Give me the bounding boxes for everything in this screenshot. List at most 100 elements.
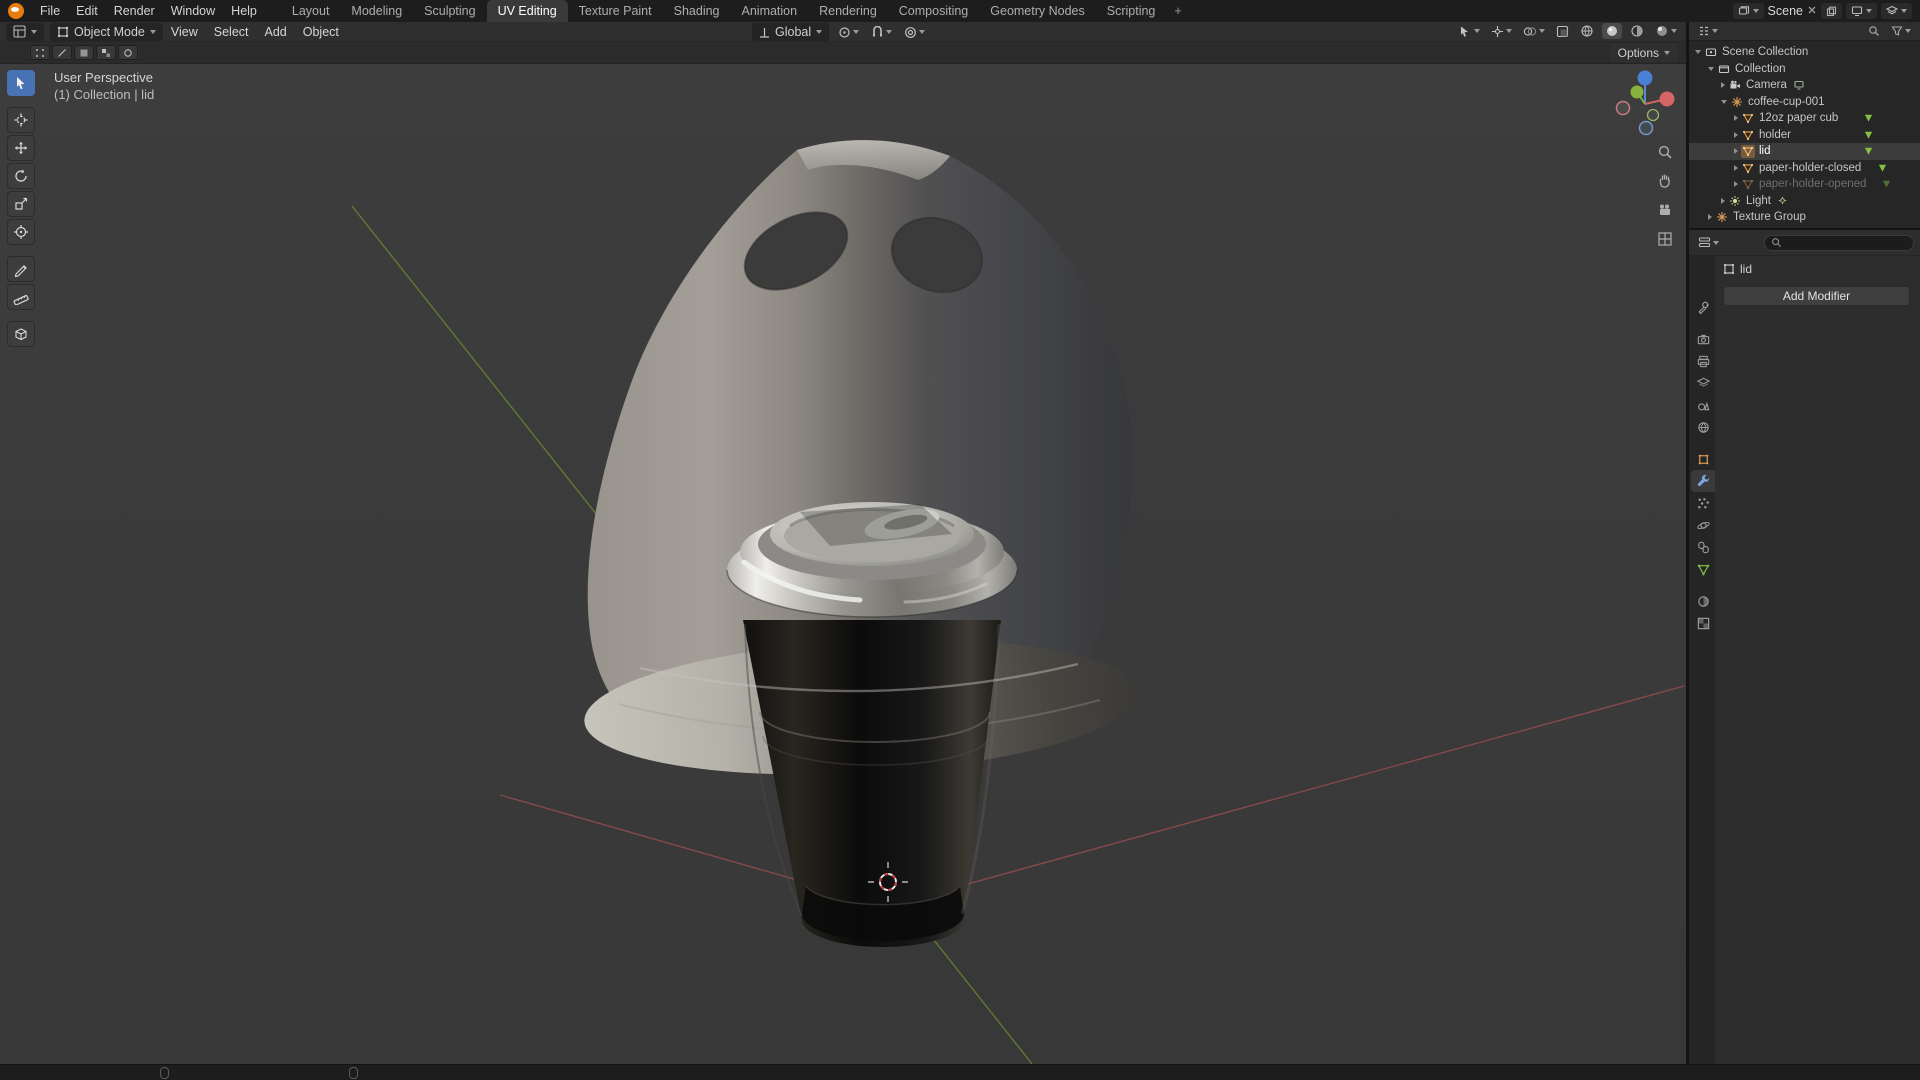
menu-window[interactable]: Window: [163, 0, 223, 22]
tool-annotate[interactable]: [7, 256, 35, 282]
axis-negative-y[interactable]: [1646, 108, 1660, 122]
scene-browse-button[interactable]: [1732, 3, 1764, 19]
expand-icon[interactable]: [1734, 148, 1738, 155]
tool-cursor[interactable]: [7, 107, 35, 133]
shading-material-button[interactable]: [1627, 23, 1647, 39]
menu-view[interactable]: View: [163, 25, 206, 39]
properties-search-input[interactable]: [1786, 236, 1896, 249]
expand-icon[interactable]: [1734, 131, 1738, 138]
tab-rendering[interactable]: Rendering: [808, 0, 888, 22]
expand-icon[interactable]: [1721, 99, 1727, 104]
menu-render[interactable]: Render: [106, 0, 163, 22]
tab-view-layer-properties[interactable]: [1691, 372, 1715, 394]
outliner-row-lid[interactable]: lid: [1689, 143, 1920, 160]
outliner-row-camera[interactable]: Camera: [1689, 77, 1920, 94]
viewport-3d[interactable]: User Perspective (1) Collection | lid: [0, 64, 1686, 1064]
tab-animation[interactable]: Animation: [731, 0, 809, 22]
search-icon[interactable]: [1868, 25, 1880, 37]
tool-rotate[interactable]: [7, 163, 35, 189]
tool-scale[interactable]: [7, 191, 35, 217]
outliner-row-12oz-paper-cub[interactable]: 12oz paper cub: [1689, 110, 1920, 127]
tab-scene-properties[interactable]: [1691, 394, 1715, 416]
light-data-icon[interactable]: [1777, 195, 1788, 206]
menu-help[interactable]: Help: [223, 0, 265, 22]
tab-render-properties[interactable]: [1691, 328, 1715, 350]
outliner-row-paper-holder-closed[interactable]: paper-holder-closed: [1689, 160, 1920, 177]
mode-dropdown[interactable]: Object Mode: [50, 22, 163, 41]
pivot-point-button[interactable]: [835, 25, 862, 40]
add-modifier-button[interactable]: Add Modifier: [1723, 286, 1910, 306]
outliner-row-light[interactable]: Light: [1689, 193, 1920, 210]
tab-particle-properties[interactable]: [1691, 492, 1715, 514]
tool-option-button-4[interactable]: [96, 45, 116, 60]
editor-type-button[interactable]: [6, 22, 44, 41]
expand-icon[interactable]: [1708, 66, 1714, 71]
tool-option-button-3[interactable]: [74, 45, 94, 60]
mesh-data-icon[interactable]: [1863, 145, 1874, 159]
mesh-data-icon[interactable]: [1881, 178, 1892, 192]
zoom-button[interactable]: [1655, 142, 1675, 162]
view-layer-selector-button[interactable]: [1881, 3, 1912, 19]
menu-select[interactable]: Select: [206, 25, 257, 39]
tab-material-properties[interactable]: [1691, 590, 1715, 612]
menu-file[interactable]: File: [32, 0, 68, 22]
new-scene-button[interactable]: [1821, 3, 1842, 19]
tab-constraint-properties[interactable]: [1691, 536, 1715, 558]
tool-option-button-1[interactable]: [30, 45, 50, 60]
shading-solid-button[interactable]: [1602, 23, 1622, 39]
menu-edit[interactable]: Edit: [68, 0, 106, 22]
tab-layout[interactable]: Layout: [281, 0, 341, 22]
mesh-data-icon[interactable]: [1863, 112, 1874, 126]
options-dropdown[interactable]: Options: [1609, 43, 1678, 62]
menu-add[interactable]: Add: [257, 25, 295, 39]
outliner-row-coffee-cup-001[interactable]: coffee-cup-001: [1689, 94, 1920, 111]
tool-option-button-5[interactable]: [118, 45, 138, 60]
tab-object-data-properties[interactable]: [1691, 558, 1715, 580]
expand-icon[interactable]: [1734, 115, 1738, 122]
tab-world-properties[interactable]: [1691, 416, 1715, 438]
axis-negative-z[interactable]: [1638, 120, 1654, 136]
selectability-visibility-button[interactable]: [1455, 24, 1483, 39]
tab-scripting[interactable]: Scripting: [1096, 0, 1167, 22]
pan-button[interactable]: [1655, 171, 1675, 191]
tab-modeling[interactable]: Modeling: [340, 0, 413, 22]
tab-texture-properties[interactable]: [1691, 612, 1715, 634]
tool-transform[interactable]: [7, 219, 35, 245]
gizmos-button[interactable]: [1488, 24, 1515, 39]
proportional-editing-button[interactable]: [901, 25, 928, 40]
tab-shading[interactable]: Shading: [663, 0, 731, 22]
camera-view-button[interactable]: [1655, 200, 1675, 220]
outliner-row-paper-holder-opened[interactable]: paper-holder-opened: [1689, 176, 1920, 193]
tool-move[interactable]: [7, 135, 35, 161]
blender-logo-icon[interactable]: [8, 3, 24, 19]
tab-compositing[interactable]: Compositing: [888, 0, 979, 22]
expand-icon[interactable]: [1734, 181, 1738, 188]
properties-editor-type-button[interactable]: [1695, 235, 1722, 250]
view-layer-browse-button[interactable]: [1846, 3, 1877, 19]
mesh-data-icon[interactable]: [1863, 129, 1874, 143]
outliner-editor-type-button[interactable]: [1695, 24, 1721, 38]
ortho-toggle-button[interactable]: [1655, 229, 1675, 249]
camera-data-icon[interactable]: [1793, 79, 1805, 91]
expand-icon[interactable]: [1721, 82, 1725, 89]
properties-search[interactable]: [1764, 234, 1914, 251]
navigation-gizmo[interactable]: [1597, 64, 1686, 142]
outliner-row-holder[interactable]: holder: [1689, 127, 1920, 144]
axis-z[interactable]: [1637, 70, 1653, 86]
tool-add-cube[interactable]: [7, 321, 35, 347]
tool-option-button-2[interactable]: [52, 45, 72, 60]
axis-x[interactable]: [1659, 91, 1675, 107]
tab-sculpting[interactable]: Sculpting: [413, 0, 486, 22]
shading-rendered-button[interactable]: [1652, 23, 1680, 39]
tab-tool[interactable]: [1691, 296, 1715, 318]
outliner-row-collection[interactable]: Collection: [1689, 61, 1920, 78]
transform-orientation-dropdown[interactable]: Global: [752, 23, 830, 41]
tab-uv-editing[interactable]: UV Editing: [486, 0, 568, 22]
tab-modifier-properties[interactable]: [1691, 470, 1715, 492]
snap-toggle-button[interactable]: [868, 25, 895, 40]
overlays-button[interactable]: [1520, 24, 1548, 39]
scene-unlink-button[interactable]: [1807, 4, 1817, 18]
shading-wireframe-button[interactable]: [1577, 23, 1597, 39]
add-workspace-button[interactable]: +: [1166, 0, 1189, 22]
menu-object[interactable]: Object: [295, 25, 347, 39]
